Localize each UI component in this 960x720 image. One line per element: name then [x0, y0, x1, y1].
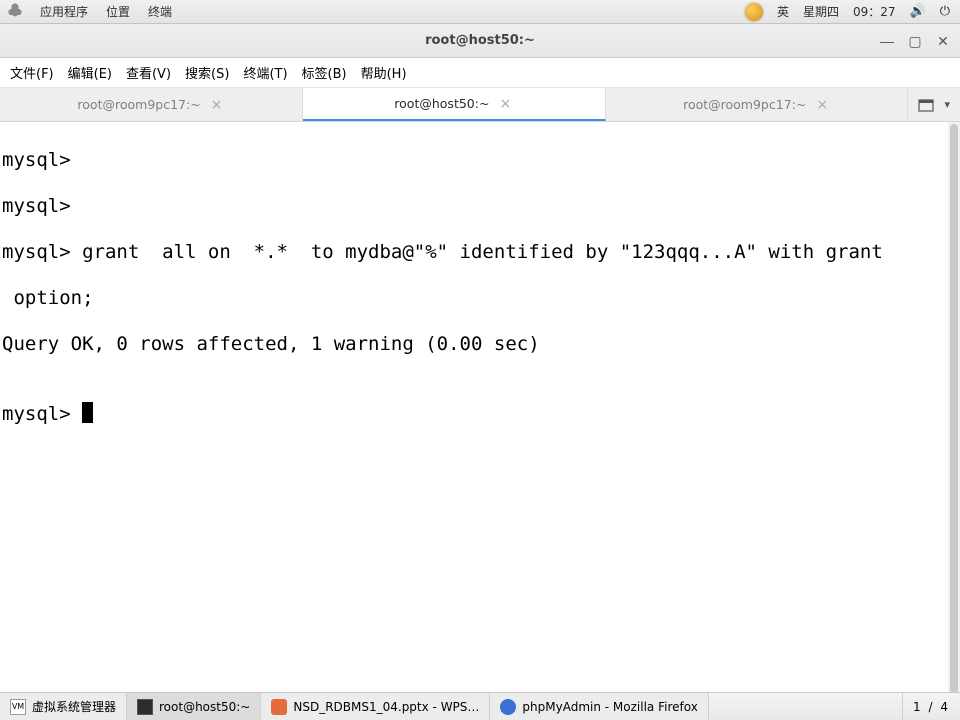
menu-search[interactable]: 搜索(S)	[183, 59, 231, 86]
menu-terminal[interactable]: 终端(T)	[241, 59, 289, 86]
window-maximize-button[interactable]: ▢	[904, 33, 926, 49]
menu-view[interactable]: 查看(V)	[124, 59, 173, 86]
menu-edit[interactable]: 编辑(E)	[66, 59, 114, 86]
terminal-line: option;	[2, 287, 960, 310]
clock-day: 星期四	[803, 3, 839, 20]
tab-close-icon[interactable]: ×	[209, 97, 225, 113]
tab-label: root@room9pc17:~	[77, 97, 200, 112]
task-label: phpMyAdmin - Mozilla Firefox	[522, 700, 697, 714]
ime-language[interactable]: 英	[777, 3, 789, 20]
ime-badge-icon[interactable]	[745, 3, 763, 21]
volume-icon[interactable]: 🔊	[910, 4, 926, 19]
workspace-indicator[interactable]: 1 / 4	[902, 693, 960, 720]
menu-file[interactable]: 文件(F)	[8, 59, 56, 86]
terminal-line: Query OK, 0 rows affected, 1 warning (0.…	[2, 333, 960, 356]
window-close-button[interactable]: ✕	[932, 33, 954, 49]
tab-label: root@room9pc17:~	[683, 97, 806, 112]
terminal-prompt-line: mysql>	[2, 402, 960, 426]
virt-manager-icon: VM	[10, 699, 26, 715]
wps-icon	[271, 699, 287, 715]
terminal-line: mysql> grant all on *.* to mydba@"%" ide…	[2, 241, 960, 264]
firefox-icon	[500, 699, 516, 715]
terminal-menubar: 文件(F) 编辑(E) 查看(V) 搜索(S) 终端(T) 标签(B) 帮助(H…	[0, 58, 960, 88]
terminal-window: root@host50:~ — ▢ ✕ 文件(F) 编辑(E) 查看(V) 搜索…	[0, 24, 960, 692]
window-title: root@host50:~	[425, 33, 535, 48]
gnome-top-panel: 应用程序 位置 终端 英 星期四 09：27 🔊 ⏻	[0, 0, 960, 24]
task-label: 虚拟系统管理器	[32, 698, 116, 715]
task-virt-manager[interactable]: VM 虚拟系统管理器	[0, 693, 127, 720]
gnome-foot-icon	[8, 3, 22, 17]
menu-applications[interactable]: 应用程序	[40, 3, 88, 20]
menu-terminal[interactable]: 终端	[148, 3, 172, 20]
task-wps[interactable]: NSD_RDBMS1_04.pptx - WPS…	[261, 693, 490, 720]
window-titlebar[interactable]: root@host50:~ — ▢ ✕	[0, 24, 960, 58]
power-icon[interactable]: ⏻	[940, 4, 950, 19]
task-label: NSD_RDBMS1_04.pptx - WPS…	[293, 700, 479, 714]
gnome-bottom-taskbar: VM 虚拟系统管理器 root@host50:~ NSD_RDBMS1_04.p…	[0, 692, 960, 720]
terminal-tabbar: root@room9pc17:~ × root@host50:~ × root@…	[0, 88, 960, 122]
terminal-cursor	[82, 402, 93, 423]
menu-help[interactable]: 帮助(H)	[359, 59, 409, 86]
terminal-line: mysql>	[2, 149, 960, 172]
new-tab-icon[interactable]	[918, 97, 934, 113]
tab-host50[interactable]: root@host50:~ ×	[303, 88, 606, 121]
terminal-scrollbar[interactable]	[948, 122, 960, 692]
scrollbar-thumb[interactable]	[950, 124, 958, 694]
task-label: root@host50:~	[159, 700, 250, 714]
tab-room9pc17-1[interactable]: root@room9pc17:~ ×	[0, 88, 303, 121]
menu-tabs[interactable]: 标签(B)	[300, 59, 349, 86]
terminal-output[interactable]: mysql> mysql> mysql> grant all on *.* to…	[0, 122, 960, 692]
tab-close-icon[interactable]: ×	[497, 96, 513, 112]
window-minimize-button[interactable]: —	[876, 33, 898, 49]
tab-label: root@host50:~	[394, 96, 489, 111]
tab-close-icon[interactable]: ×	[814, 97, 830, 113]
terminal-icon	[137, 699, 153, 715]
task-firefox[interactable]: phpMyAdmin - Mozilla Firefox	[490, 693, 708, 720]
clock-time: 09：27	[853, 3, 896, 20]
tab-overflow-controls: ▾	[908, 88, 960, 121]
tab-dropdown-icon[interactable]: ▾	[944, 98, 950, 111]
task-terminal[interactable]: root@host50:~	[127, 693, 261, 720]
terminal-line: mysql>	[2, 195, 960, 218]
menu-places[interactable]: 位置	[106, 3, 130, 20]
tab-room9pc17-2[interactable]: root@room9pc17:~ ×	[606, 88, 909, 121]
